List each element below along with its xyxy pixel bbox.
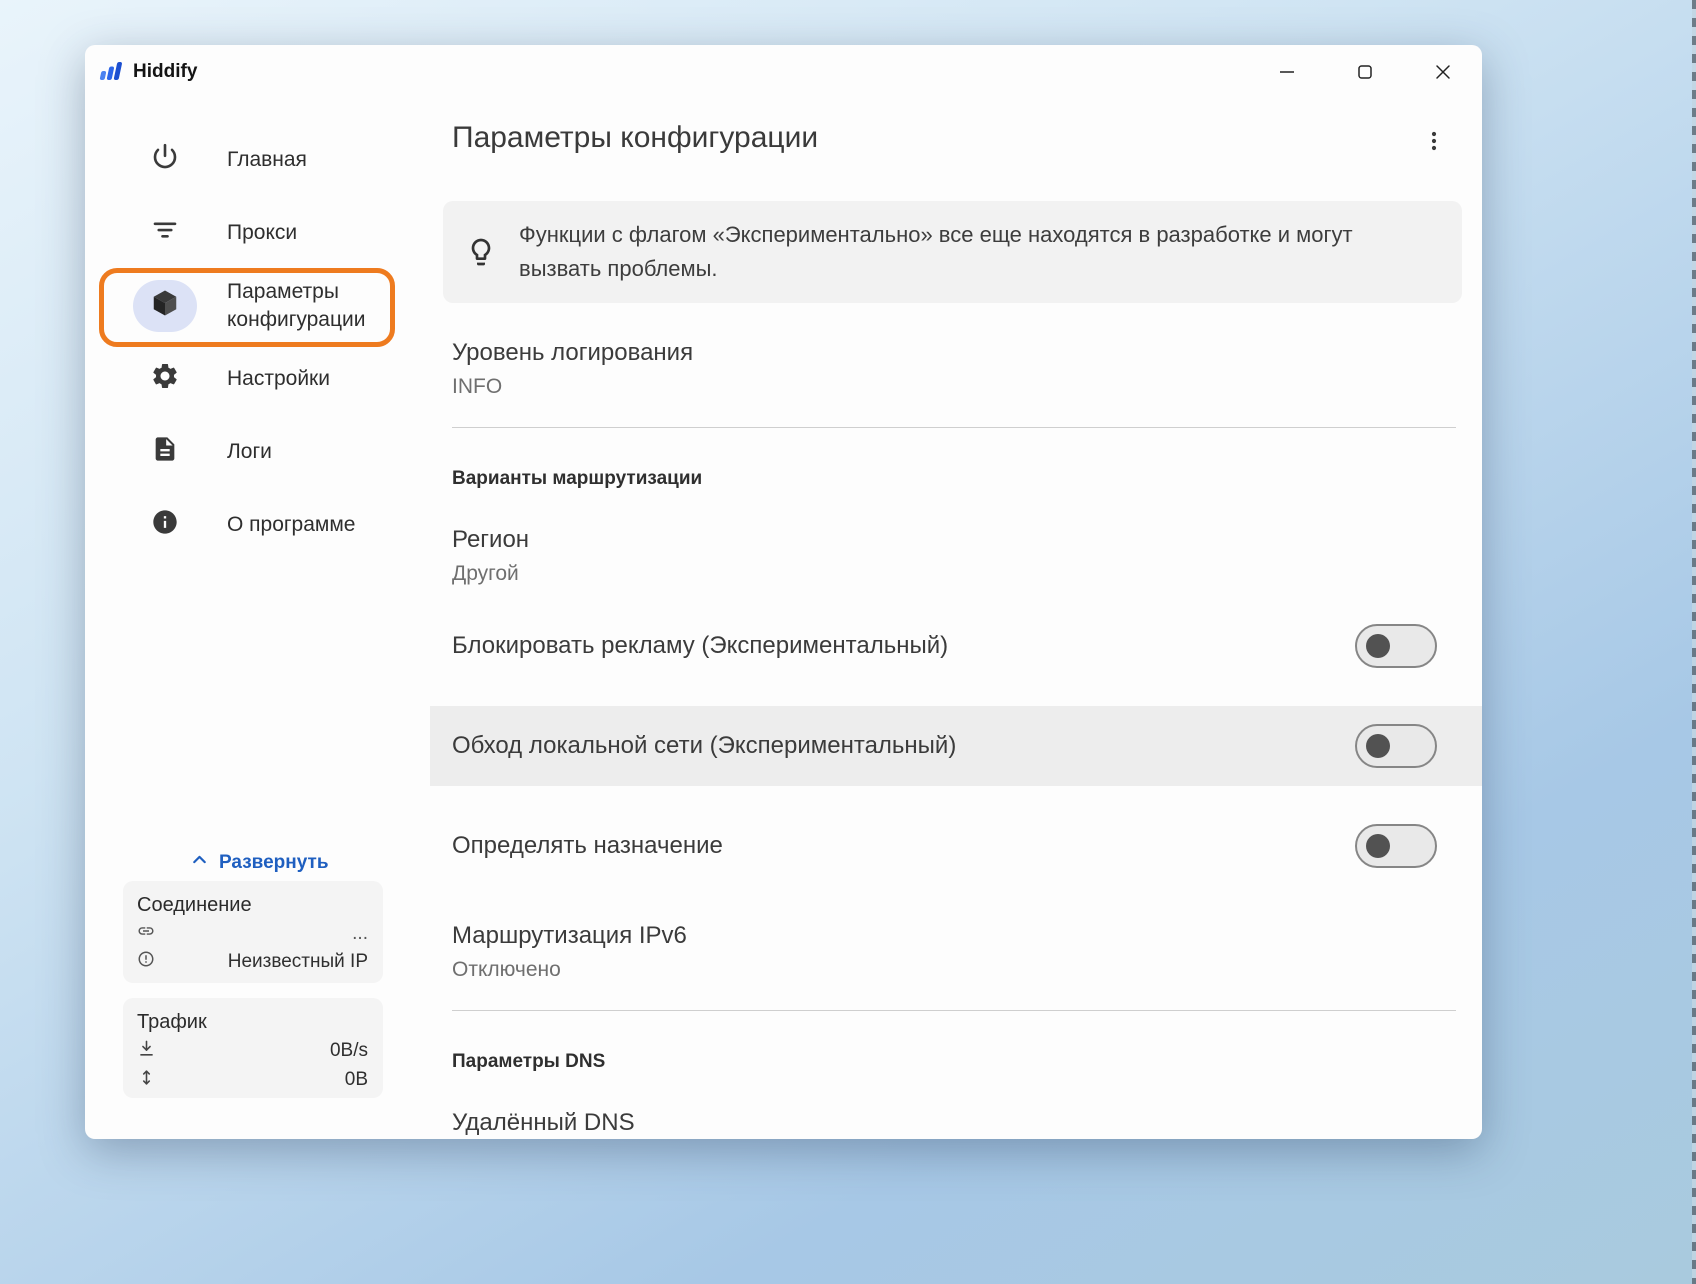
dns-section-header: Параметры DNS xyxy=(452,1051,1456,1073)
app-window: Hiddify Г xyxy=(85,45,1482,1139)
filter-lines-icon xyxy=(150,215,180,250)
sidebar-item-label: Настройки xyxy=(227,365,387,392)
up-down-arrow-icon xyxy=(137,1068,156,1092)
page-title: Параметры конфигурации xyxy=(452,121,818,155)
download-arrow-icon xyxy=(137,1039,156,1063)
info-icon xyxy=(151,508,179,541)
connection-ip-value: Неизвестный IP xyxy=(228,951,368,973)
close-button[interactable] xyxy=(1404,45,1482,99)
sidebar-item-label: Главная xyxy=(227,146,387,173)
sidebar-item-logs[interactable]: Логи xyxy=(85,415,453,488)
screen-edge-scrollbar[interactable] xyxy=(1692,0,1696,1284)
setting-resolve-destination[interactable]: Определять назначение xyxy=(452,806,1456,886)
app-title: Hiddify xyxy=(133,61,197,83)
sidebar-item-label: Параметры конфигурации xyxy=(227,278,387,333)
hiddify-logo-icon xyxy=(98,59,124,86)
expand-label: Развернуть xyxy=(219,852,329,874)
setting-title: Маршрутизация IPv6 xyxy=(452,922,1456,950)
traffic-card-title: Трафик xyxy=(137,1011,368,1034)
expand-button[interactable]: Развернуть xyxy=(189,849,329,876)
main-content: Параметры конфигурации Функции с флагом … xyxy=(452,99,1456,1139)
window-controls xyxy=(1248,45,1482,99)
lightbulb-icon xyxy=(443,236,519,268)
sidebar-item-home[interactable]: Главная xyxy=(85,123,453,196)
setting-title: Удалённый DNS xyxy=(452,1109,1456,1137)
sidebar-item-about[interactable]: О программе xyxy=(85,488,453,561)
setting-title: Определять назначение xyxy=(452,832,1355,860)
bypass-lan-toggle[interactable] xyxy=(1355,724,1437,768)
connection-card-title: Соединение xyxy=(137,894,368,917)
toggle-knob xyxy=(1366,634,1390,658)
power-icon xyxy=(150,142,180,177)
maximize-button[interactable] xyxy=(1326,45,1404,99)
toggle-knob xyxy=(1366,734,1390,758)
chevron-up-icon xyxy=(189,849,210,876)
more-menu-button[interactable] xyxy=(1414,121,1454,161)
routing-section-header: Варианты маршрутизации xyxy=(452,468,1456,490)
sidebar-item-proxies[interactable]: Прокси xyxy=(85,196,453,269)
setting-bypass-lan[interactable]: Обход локальной сети (Экспериментальный) xyxy=(430,706,1482,786)
sidebar-item-label: Логи xyxy=(227,438,387,465)
block-ads-toggle[interactable] xyxy=(1355,624,1437,668)
setting-remote-dns[interactable]: Удалённый DNS udp://8.8.8.8 xyxy=(452,1109,1456,1139)
divider xyxy=(452,427,1456,428)
setting-title: Регион xyxy=(452,526,1456,554)
setting-value: Другой xyxy=(452,562,1456,586)
logs-document-icon xyxy=(151,435,179,468)
titlebar: Hiddify xyxy=(85,45,1482,99)
sidebar-item-label: Прокси xyxy=(227,219,387,246)
package-cube-icon xyxy=(150,288,180,323)
traffic-download-speed: 0B/s xyxy=(330,1040,368,1062)
sidebar-item-config-options[interactable]: Параметры конфигурации xyxy=(85,269,453,342)
link-icon xyxy=(137,922,155,945)
setting-block-ads[interactable]: Блокировать рекламу (Экспериментальный) xyxy=(452,606,1456,686)
setting-ipv6-routing[interactable]: Маршрутизация IPv6 Отключено xyxy=(452,922,1456,982)
setting-title: Обход локальной сети (Экспериментальный) xyxy=(452,732,1355,760)
traffic-card: Трафик 0B/s 0B xyxy=(123,998,383,1098)
sidebar: Главная Прокси xyxy=(85,99,453,1139)
sidebar-item-label: О программе xyxy=(227,511,387,538)
toggle-knob xyxy=(1366,834,1390,858)
setting-log-level[interactable]: Уровень логирования INFO xyxy=(452,339,1456,399)
resolve-destination-toggle[interactable] xyxy=(1355,824,1437,868)
traffic-total: 0B xyxy=(345,1069,368,1091)
sidebar-nav: Главная Прокси xyxy=(85,99,453,561)
divider xyxy=(452,1010,1456,1011)
experimental-warning-banner: Функции с флагом «Экспериментально» все … xyxy=(443,201,1462,303)
setting-title: Блокировать рекламу (Экспериментальный) xyxy=(452,632,1355,660)
setting-value: Отключено xyxy=(452,958,1456,982)
alert-circle-icon xyxy=(137,950,155,973)
setting-title: Уровень логирования xyxy=(452,339,1456,367)
connection-card[interactable]: Соединение ... Неизвестный IP xyxy=(123,881,383,983)
gear-icon xyxy=(150,361,180,396)
minimize-button[interactable] xyxy=(1248,45,1326,99)
sidebar-item-settings[interactable]: Настройки xyxy=(85,342,453,415)
banner-text: Функции с флагом «Экспериментально» все … xyxy=(519,218,1438,286)
setting-value: INFO xyxy=(452,375,1456,399)
connection-link-value: ... xyxy=(352,923,368,945)
setting-region[interactable]: Регион Другой xyxy=(452,526,1456,586)
